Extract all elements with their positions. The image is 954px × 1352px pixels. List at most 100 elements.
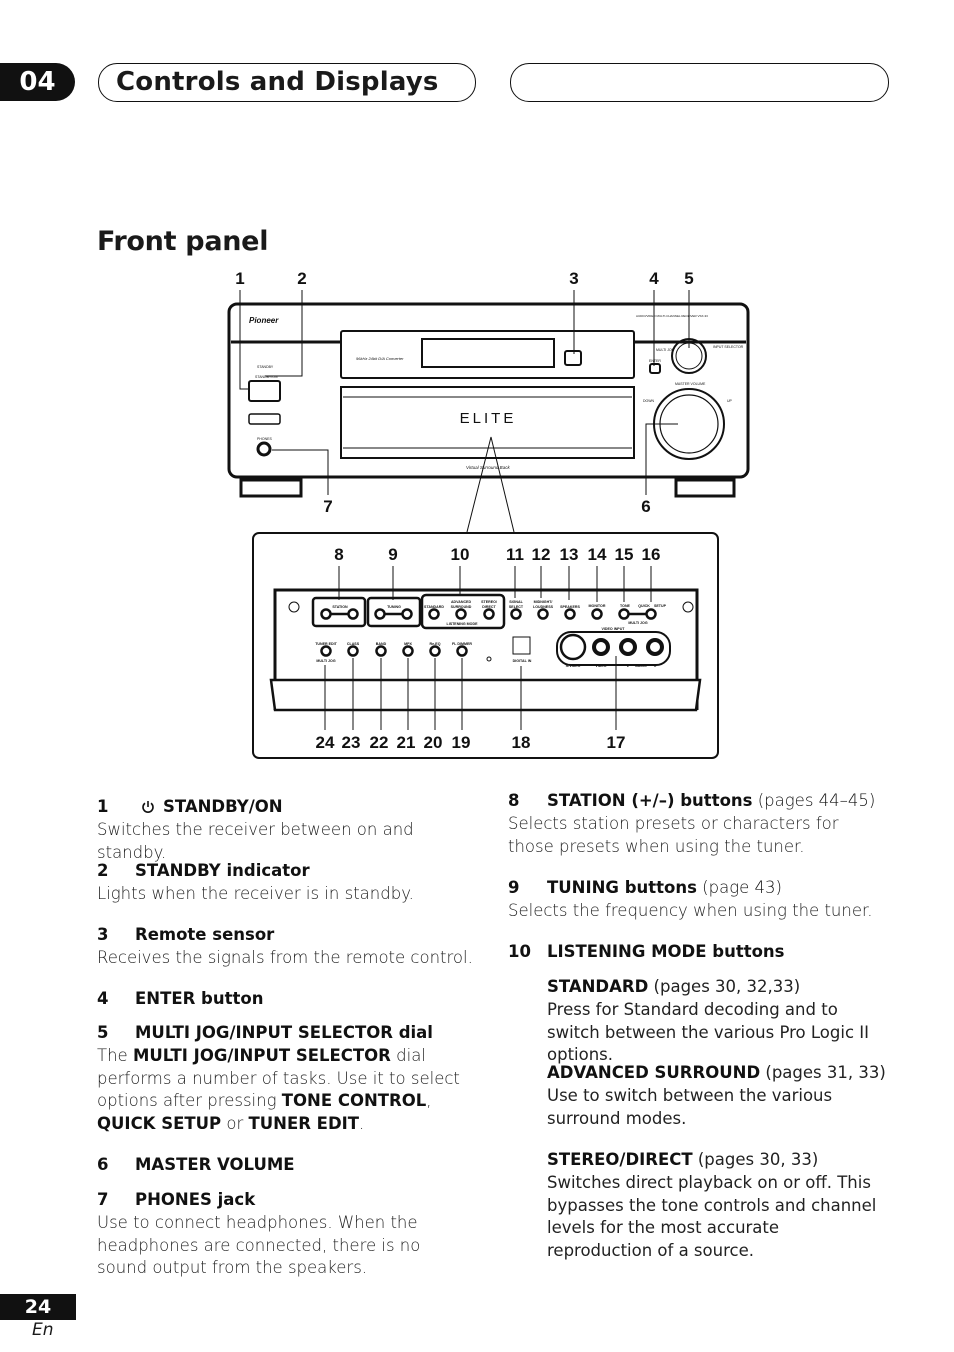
band-label: BAND bbox=[376, 642, 387, 646]
digital-in-label: DIGITAL IN bbox=[513, 659, 532, 663]
direct-label: DIRECT bbox=[482, 605, 496, 609]
audio-label: AUDIO bbox=[635, 664, 647, 668]
item-number: 3 bbox=[97, 925, 109, 944]
bold-text: TUNER EDIT bbox=[248, 1114, 360, 1134]
item-heading: MASTER VOLUME bbox=[135, 1155, 295, 1174]
callout-15: 15 bbox=[615, 545, 634, 564]
tuning-plus-button[interactable] bbox=[401, 608, 413, 620]
station-label: STATION bbox=[332, 605, 348, 609]
bold-text: QUICK SETUP bbox=[97, 1114, 222, 1134]
tone-button[interactable] bbox=[618, 608, 630, 620]
multi-jog-label: MULTI JOG bbox=[656, 348, 675, 352]
select-label: SELECT bbox=[509, 605, 524, 609]
advanced-label: ADVANCED bbox=[451, 600, 472, 604]
callout-18: 18 bbox=[512, 733, 531, 752]
item-enter-button: 4 ENTER button bbox=[97, 988, 482, 1011]
item-heading: LISTENING MODE buttons bbox=[547, 942, 785, 961]
elite-logo: ELITE bbox=[460, 410, 517, 427]
station-minus-button[interactable] bbox=[320, 608, 332, 620]
text: , bbox=[426, 1091, 432, 1111]
item-heading: STANDBY indicator bbox=[135, 861, 310, 880]
tuning-minus-button[interactable] bbox=[374, 608, 386, 620]
sub-advanced-surround: ADVANCED SURROUND (pages 31, 33) Use to … bbox=[547, 1062, 886, 1130]
item-multi-jog: 5 MULTI JOG/INPUT SELECTOR dial The MULTI… bbox=[97, 1022, 477, 1136]
quick-setup-button[interactable] bbox=[645, 608, 657, 620]
text: or bbox=[221, 1114, 249, 1134]
foot-right bbox=[674, 478, 736, 498]
sub-pages: (pages 30, 32,33) bbox=[648, 977, 801, 996]
item-tuning-buttons: 9 TUNING buttons (page 43) Selects the fr… bbox=[508, 877, 893, 923]
item-description: Switches the receiver between on and sta… bbox=[97, 819, 414, 862]
item-description: Lights when the receiver is in standby. bbox=[97, 883, 414, 903]
surround-label: SURROUND bbox=[451, 605, 472, 609]
callout-19: 19 bbox=[452, 733, 471, 752]
listening-mode-label: LISTENING MODE bbox=[447, 622, 479, 626]
item-number: 6 bbox=[97, 1155, 109, 1174]
sub-pages: (pages 31, 33) bbox=[760, 1063, 886, 1082]
sub-pages: (pages 30, 33) bbox=[692, 1150, 819, 1169]
pioneer-logo: Pioneer bbox=[249, 316, 279, 325]
callout-16: 16 bbox=[642, 545, 661, 564]
sub-description: Press for Standard decoding and to switc… bbox=[547, 999, 869, 1065]
tone-label: TONE bbox=[620, 604, 631, 608]
callout-17: 17 bbox=[607, 733, 626, 752]
fl-dimmer-label: FL DIMMER bbox=[452, 642, 472, 646]
callout-2: 2 bbox=[297, 269, 306, 288]
loudness-label: LOUDNESS bbox=[533, 605, 554, 609]
power-icon bbox=[142, 801, 154, 813]
item-standby-on: 1 STANDBY/ON Switches the receiver betwe… bbox=[97, 796, 482, 864]
item-description: Use to connect headphones. When the head… bbox=[97, 1212, 421, 1278]
standby-on-button[interactable] bbox=[248, 380, 281, 402]
standard-label: STANDARD bbox=[424, 605, 444, 609]
foot-left bbox=[239, 478, 303, 498]
multi-jog-label-bottom: MULTI JOG bbox=[316, 659, 336, 663]
r-label: R bbox=[654, 664, 657, 668]
item-description: Receives the signals from the remote con… bbox=[97, 947, 473, 967]
sub-stereo-direct: STEREO/DIRECT (pages 30, 33) Switches di… bbox=[547, 1149, 887, 1263]
item-description: Selects the frequency when using the tun… bbox=[508, 900, 873, 920]
phones-jack[interactable] bbox=[256, 441, 272, 457]
item-remote-sensor: 3 Remote sensor Receives the signals from… bbox=[97, 924, 482, 970]
item-number: 5 bbox=[97, 1023, 109, 1042]
input-selector-label: INPUT SELECTOR bbox=[713, 345, 744, 349]
up-label: UP bbox=[727, 399, 733, 403]
mpx-label: MPX bbox=[404, 642, 412, 646]
item-heading: MULTI JOG/INPUT SELECTOR dial bbox=[135, 1023, 433, 1042]
enter-label: ENTER bbox=[649, 359, 661, 363]
setup-label: SETUP bbox=[654, 604, 667, 608]
item-pages: (pages 44–45) bbox=[752, 791, 876, 810]
virtual-back-label: Virtual Surround Back bbox=[466, 465, 510, 470]
item-number: 1 bbox=[97, 797, 109, 816]
callout-8: 8 bbox=[334, 545, 343, 564]
item-pages: (page 43) bbox=[696, 878, 782, 897]
master-volume-label: MASTER VOLUME bbox=[675, 382, 706, 386]
item-number: 8 bbox=[508, 791, 520, 810]
item-station-buttons: 8 STATION (+/–) buttons (pages 44–45) Sel… bbox=[508, 790, 883, 858]
class-label: CLASS bbox=[347, 642, 360, 646]
callout-13: 13 bbox=[560, 545, 579, 564]
signal-label: SIGNAL bbox=[509, 600, 523, 604]
tuner-edit-label: TUNER EDIT bbox=[315, 642, 337, 646]
callout-1: 1 bbox=[235, 269, 244, 288]
video-input-label: VIDEO INPUT bbox=[602, 627, 626, 631]
reeq-label: Re-EQ bbox=[430, 642, 441, 646]
callout-21: 21 bbox=[397, 733, 416, 752]
item-description: The MULTI JOG/INPUT SELECTOR dial perfor… bbox=[97, 1045, 477, 1136]
item-heading: Remote sensor bbox=[135, 925, 275, 944]
item-master-volume: 6 MASTER VOLUME bbox=[97, 1154, 482, 1177]
midnight-label: MIDNIGHT/ bbox=[534, 600, 553, 604]
enter-button[interactable] bbox=[649, 363, 661, 374]
station-plus-button[interactable] bbox=[347, 608, 359, 620]
text: . bbox=[359, 1114, 365, 1134]
callout-24: 24 bbox=[316, 733, 335, 752]
sub-heading: ADVANCED SURROUND bbox=[547, 1063, 761, 1082]
speakers-label: SPEAKERS bbox=[560, 605, 580, 609]
callout-22: 22 bbox=[370, 733, 389, 752]
sub-description: Use to switch between the various surrou… bbox=[547, 1085, 833, 1128]
item-number: 9 bbox=[508, 878, 520, 897]
video-label: VIDEO bbox=[595, 664, 606, 668]
callout-3: 3 bbox=[569, 269, 578, 288]
language-label: En bbox=[32, 1320, 54, 1340]
bold-text: TONE CONTROL bbox=[281, 1091, 427, 1111]
monitor-label: MONITOR bbox=[589, 604, 606, 608]
